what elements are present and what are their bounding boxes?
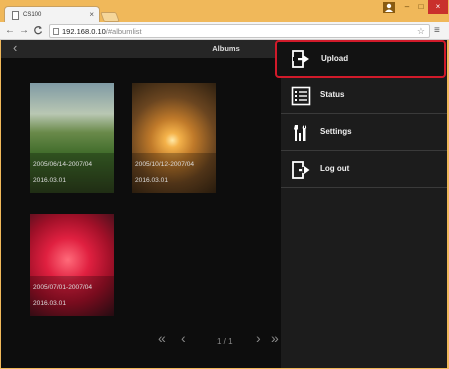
side-menu: Upload Status Settings Log out: [275, 40, 447, 368]
page-icon: [53, 28, 59, 35]
browser-toolbar: ← → 192.168.0.10/#albumlist ☆ ≡: [0, 22, 449, 40]
url-host: 192.168.0.10: [62, 27, 106, 36]
previous-page-icon[interactable]: ‹: [181, 330, 186, 346]
menu-item-label: Status: [320, 90, 345, 99]
menu-item-label: Settings: [320, 127, 352, 136]
page-indicator: 1 / 1: [217, 337, 233, 346]
page-title: Albums: [212, 44, 240, 53]
menu-item-settings[interactable]: Settings: [281, 114, 447, 151]
album-date-range: 2005/07/01-2007/04: [33, 284, 93, 291]
settings-tools-icon: [291, 123, 311, 143]
album-thumbnail[interactable]: 2005/10/12-2007/04 2016.03.01: [132, 83, 216, 193]
upload-icon: [291, 49, 311, 69]
url-path: /#albumlist: [105, 27, 142, 36]
album-date-range: 2005/06/14-2007/04: [33, 161, 93, 168]
browser-window: CS100 × – □ × ← → 192.168.0.10/#albumlis…: [0, 0, 449, 369]
close-window-button[interactable]: ×: [428, 0, 448, 14]
maximize-button[interactable]: □: [414, 0, 428, 14]
forward-arrow-icon[interactable]: →: [19, 25, 29, 37]
reload-icon[interactable]: [33, 25, 43, 39]
menu-item-status[interactable]: Status: [281, 77, 447, 114]
menu-item-upload[interactable]: Upload: [275, 40, 446, 78]
address-bar[interactable]: 192.168.0.10/#albumlist ☆: [49, 24, 430, 38]
back-arrow-icon[interactable]: ←: [5, 25, 15, 37]
menu-item-label: Log out: [320, 164, 350, 173]
tab-close-icon[interactable]: ×: [89, 10, 94, 19]
album-thumbnail[interactable]: 2005/06/14-2007/04 2016.03.01: [30, 83, 114, 193]
user-icon[interactable]: [383, 2, 395, 13]
logout-icon: [291, 160, 311, 180]
album-thumbnail[interactable]: 2005/07/01-2007/04 2016.03.01: [30, 214, 114, 316]
album-date-range: 2005/10/12-2007/04: [135, 161, 195, 168]
menu-item-label: Upload: [321, 54, 349, 63]
title-bar: CS100 × – □ ×: [0, 0, 449, 23]
album-created-date: 2016.03.01: [135, 177, 169, 184]
minimize-button[interactable]: –: [400, 0, 414, 14]
album-created-date: 2016.03.01: [33, 177, 67, 184]
browser-tab[interactable]: CS100 ×: [4, 6, 100, 23]
last-page-icon[interactable]: »: [271, 330, 279, 346]
page-icon: [12, 11, 19, 20]
next-page-icon[interactable]: ›: [256, 330, 261, 346]
browser-menu-icon[interactable]: ≡: [434, 25, 440, 36]
back-chevron-icon[interactable]: ‹: [13, 41, 17, 55]
status-list-icon: [291, 86, 311, 106]
album-created-date: 2016.03.01: [33, 300, 67, 307]
tab-title: CS100: [23, 12, 42, 18]
first-page-icon[interactable]: «: [158, 330, 166, 346]
new-tab-button[interactable]: [100, 12, 120, 22]
bookmark-star-icon[interactable]: ☆: [417, 26, 425, 37]
menu-item-logout[interactable]: Log out: [281, 151, 447, 188]
